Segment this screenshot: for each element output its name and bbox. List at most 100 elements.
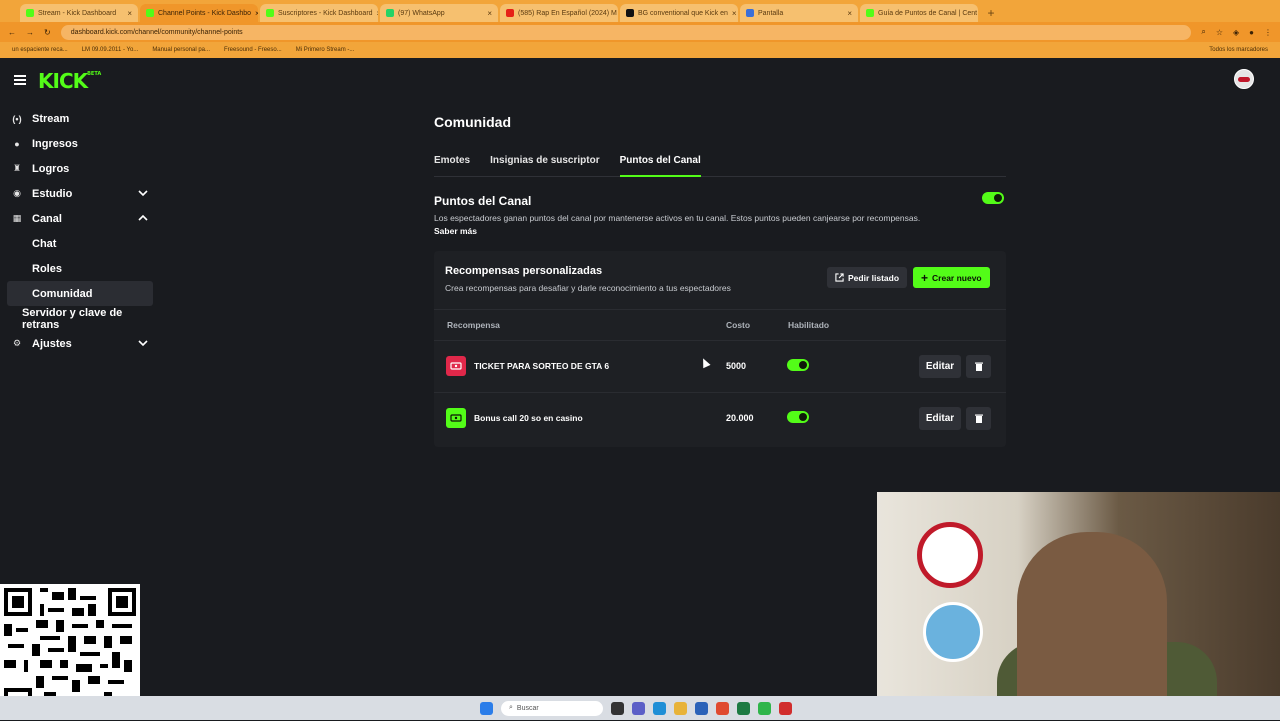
browser-tab-active[interactable]: Channel Points - Kick Dashbo × xyxy=(140,4,258,22)
close-tab-icon[interactable]: × xyxy=(847,9,852,18)
page-favicon-icon xyxy=(746,9,754,17)
zoom-icon[interactable]: ⌕ xyxy=(1201,27,1205,37)
close-tab-icon[interactable]: × xyxy=(377,9,378,18)
sidebar-item-ajustes[interactable]: ⚙ Ajustes xyxy=(0,331,160,356)
create-new-button[interactable]: + Crear nuevo xyxy=(913,267,990,288)
bookmark-item[interactable]: LM 09.09.2011 - Yo... xyxy=(82,47,139,53)
back-icon[interactable]: ← xyxy=(8,28,16,37)
table-row: TICKET PARA SORTEO DE GTA 6 5000 Editar xyxy=(434,341,1006,393)
person-image xyxy=(1017,532,1167,720)
task-view-icon[interactable] xyxy=(611,701,624,715)
channel-points-toggle[interactable] xyxy=(982,192,1004,204)
ticket-icon xyxy=(450,362,462,370)
channel-icon: ▦ xyxy=(12,213,22,223)
sidebar-item-roles[interactable]: Roles xyxy=(0,256,160,281)
menu-icon[interactable] xyxy=(14,75,26,85)
edit-button[interactable]: Editar xyxy=(919,407,961,430)
tab-insignias[interactable]: Insignias de suscriptor xyxy=(490,152,599,177)
reward-icon xyxy=(446,408,466,428)
trophy-icon: ♜ xyxy=(12,163,22,173)
edit-button[interactable]: Editar xyxy=(919,355,961,378)
sidebar-item-stream[interactable]: (•) Stream xyxy=(0,106,160,131)
sidebar-item-canal[interactable]: ▦ Canal xyxy=(0,206,160,231)
tiktok-favicon-icon xyxy=(626,9,634,17)
custom-rewards-card: Recompensas personalizadas Crea recompen… xyxy=(434,251,1006,447)
user-avatar[interactable] xyxy=(1234,69,1254,89)
taskbar-search[interactable]: ⌕ Buscar xyxy=(501,700,603,716)
kick-favicon-icon xyxy=(266,9,274,17)
delete-button[interactable] xyxy=(966,355,991,378)
browser-tab[interactable]: (97) WhatsApp × xyxy=(380,4,498,22)
browser-tab[interactable]: Guía de Puntos de Canal | Cent× xyxy=(860,4,978,22)
club-badge-image xyxy=(923,602,983,662)
browser-tab[interactable]: Suscriptores - Kick Dashboard× xyxy=(260,4,378,22)
club-logo-image xyxy=(917,522,983,588)
browser-menu-icon[interactable]: ⋮ xyxy=(1264,28,1272,37)
reload-icon[interactable]: ↻ xyxy=(44,28,51,37)
sidebar-item-ingresos[interactable]: ● Ingresos xyxy=(0,131,160,156)
obs-icon[interactable] xyxy=(779,701,792,715)
reward-enabled-toggle[interactable] xyxy=(787,359,809,371)
bookmark-item[interactable]: Freesound - Freeso... xyxy=(224,47,282,53)
kick-favicon-icon xyxy=(26,9,34,17)
reward-icon xyxy=(446,356,466,376)
browser-tab[interactable]: (585) Rap En Español (2024) M× xyxy=(500,4,618,22)
delete-button[interactable] xyxy=(966,407,991,430)
sidebar-item-estudio[interactable]: ◉ Estudio xyxy=(0,181,160,206)
file-explorer-icon[interactable] xyxy=(674,701,687,715)
sidebar-item-servidor[interactable]: Servidor y clave de retrans xyxy=(0,306,160,331)
kick-logo[interactable]: KICKBETA xyxy=(38,69,101,93)
rewards-table-header: Recompensa Costo Habilitado xyxy=(434,309,1006,341)
forward-icon[interactable]: → xyxy=(26,28,34,37)
close-tab-icon[interactable]: × xyxy=(255,9,258,18)
browser-tab[interactable]: BG conventional que Kick en × xyxy=(620,4,738,22)
reward-name: Bonus call 20 so en casino xyxy=(474,413,583,423)
bookmark-item[interactable]: Manual personal pa... xyxy=(152,47,210,53)
chevron-down-icon xyxy=(138,190,148,197)
url-field[interactable]: dashboard.kick.com/channel/community/cha… xyxy=(60,24,1192,40)
reward-enabled-toggle[interactable] xyxy=(787,411,809,423)
chevron-down-icon xyxy=(138,340,148,347)
os-taskbar: ⌕ Buscar xyxy=(0,696,1280,720)
sidebar-item-chat[interactable]: Chat xyxy=(0,231,160,256)
all-bookmarks-link[interactable]: Todos los marcadores xyxy=(1209,47,1268,53)
chrome-icon[interactable] xyxy=(716,701,729,715)
reward-name: TICKET PARA SORTEO DE GTA 6 xyxy=(474,361,610,371)
store-icon[interactable] xyxy=(695,701,708,715)
browser-tab[interactable]: Stream - Kick Dashboard × xyxy=(20,4,138,22)
sidebar-item-comunidad[interactable]: Comunidad xyxy=(7,281,153,306)
browser-tab[interactable]: Pantalla × xyxy=(740,4,858,22)
close-tab-icon[interactable]: × xyxy=(732,9,737,18)
tab-puntos-del-canal[interactable]: Puntos del Canal xyxy=(619,152,701,177)
webcam-overlay xyxy=(877,492,1280,720)
sidebar-item-logros[interactable]: ♜ Logros xyxy=(0,156,160,181)
new-tab-icon[interactable]: + xyxy=(984,6,998,20)
extensions-icon[interactable]: ◈ xyxy=(1233,28,1239,37)
chevron-up-icon xyxy=(138,214,148,221)
studio-icon: ◉ xyxy=(13,188,21,198)
kick-favicon-icon xyxy=(866,9,874,17)
learn-more-link[interactable]: Saber más xyxy=(434,226,477,236)
bookmark-item[interactable]: un espaciente reca... xyxy=(12,47,68,53)
browser-tab-bar: Stream - Kick Dashboard × Channel Points … xyxy=(0,0,1280,22)
rewards-subtitle: Crea recompensas para desafiar y darle r… xyxy=(445,283,731,293)
request-list-button[interactable]: Pedir listado xyxy=(827,267,908,288)
gear-icon: ⚙ xyxy=(12,338,22,348)
page-title: Comunidad xyxy=(434,114,511,130)
close-tab-icon[interactable]: × xyxy=(127,9,132,18)
windows-start-icon[interactable] xyxy=(480,701,493,715)
community-tabs: Emotes Insignias de suscriptor Puntos de… xyxy=(434,152,1006,177)
profile-icon[interactable]: ● xyxy=(1249,28,1254,37)
close-tab-icon[interactable]: × xyxy=(487,9,492,18)
column-header: Costo xyxy=(726,320,751,330)
bookmark-item[interactable]: Mi Primero Stream -... xyxy=(296,47,355,53)
tab-emotes[interactable]: Emotes xyxy=(434,152,470,177)
edge-icon[interactable] xyxy=(653,701,666,715)
search-icon: ⌕ xyxy=(509,704,513,711)
plus-icon: + xyxy=(921,270,929,285)
teams-icon[interactable] xyxy=(632,701,645,715)
trash-icon xyxy=(974,362,983,371)
bookmark-star-icon[interactable]: ☆ xyxy=(1216,28,1223,37)
app-icon[interactable] xyxy=(758,701,771,715)
excel-icon[interactable] xyxy=(737,701,750,715)
